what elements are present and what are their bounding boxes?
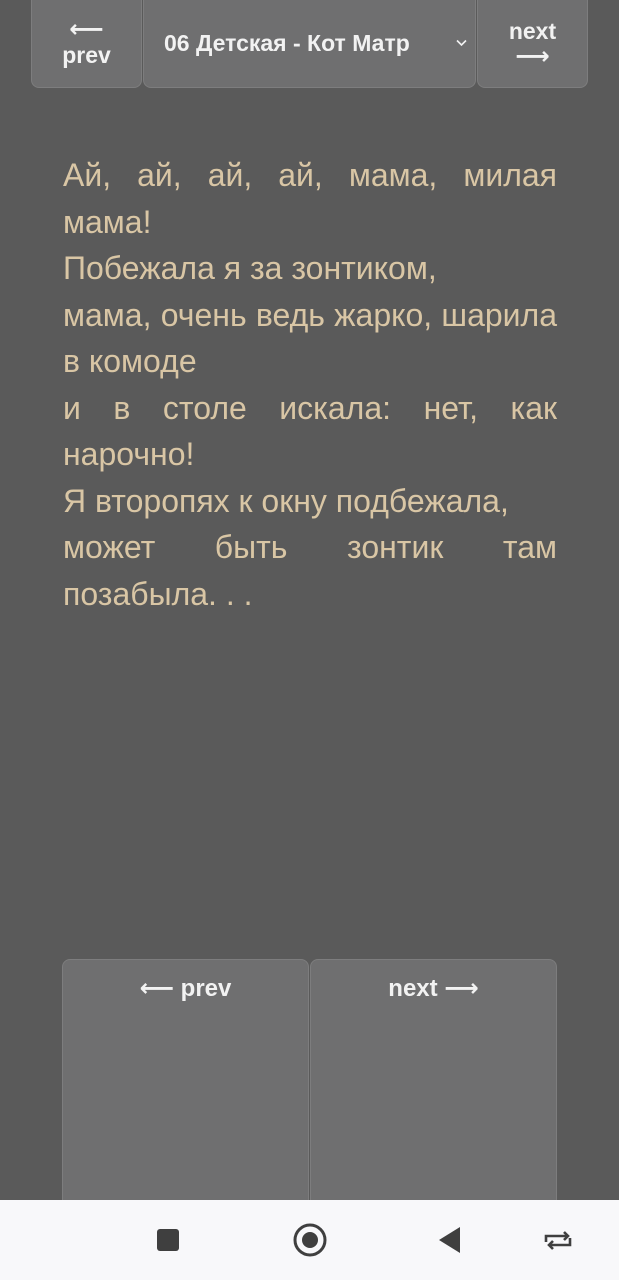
song-select[interactable]: 06 Детская - Кот Матр	[143, 0, 476, 88]
lyric-line: Ай, ай, ай, ай, мама, милая мама!	[63, 157, 557, 240]
bottom-prev-button[interactable]: ⟵ prev	[62, 959, 309, 1200]
prev-label: prev	[62, 42, 111, 69]
top-navigation: ⟵ prev 06 Детская - Кот Матр next ⟶	[31, 0, 588, 90]
lyric-line: и в столе искала: нет, как нарочно!	[63, 389, 557, 473]
song-title: 06 Детская - Кот Матр	[164, 30, 410, 57]
bottom-navigation: ⟵ prev next ⟶	[62, 959, 558, 1200]
right-arrow-icon: ⟶	[515, 42, 550, 70]
lyric-line: может быть зонтик там позабыла. . .	[63, 529, 557, 612]
stop-square-icon[interactable]	[150, 1222, 186, 1258]
home-circle-icon[interactable]	[292, 1222, 328, 1258]
back-triangle-icon[interactable]	[432, 1222, 468, 1258]
lyric-line: мама, очень ведь жарко, шарила в комоде	[63, 296, 557, 380]
prev-button[interactable]: ⟵ prev	[31, 0, 142, 88]
system-navigation-bar	[0, 1200, 619, 1280]
left-arrow-icon: ⟵	[69, 16, 104, 44]
rotate-icon[interactable]	[540, 1222, 576, 1258]
lyrics-text: Ай, ай, ай, ай, мама, милая мама! Побежа…	[63, 152, 557, 617]
next-button[interactable]: next ⟶	[477, 0, 588, 88]
lyric-line: Я второпях к окну подбежала,	[63, 482, 509, 519]
lyric-line: Побежала я за зонтиком,	[63, 250, 437, 286]
bottom-next-button[interactable]: next ⟶	[310, 959, 557, 1200]
chevron-down-icon	[456, 36, 467, 51]
next-label: next	[508, 18, 557, 45]
